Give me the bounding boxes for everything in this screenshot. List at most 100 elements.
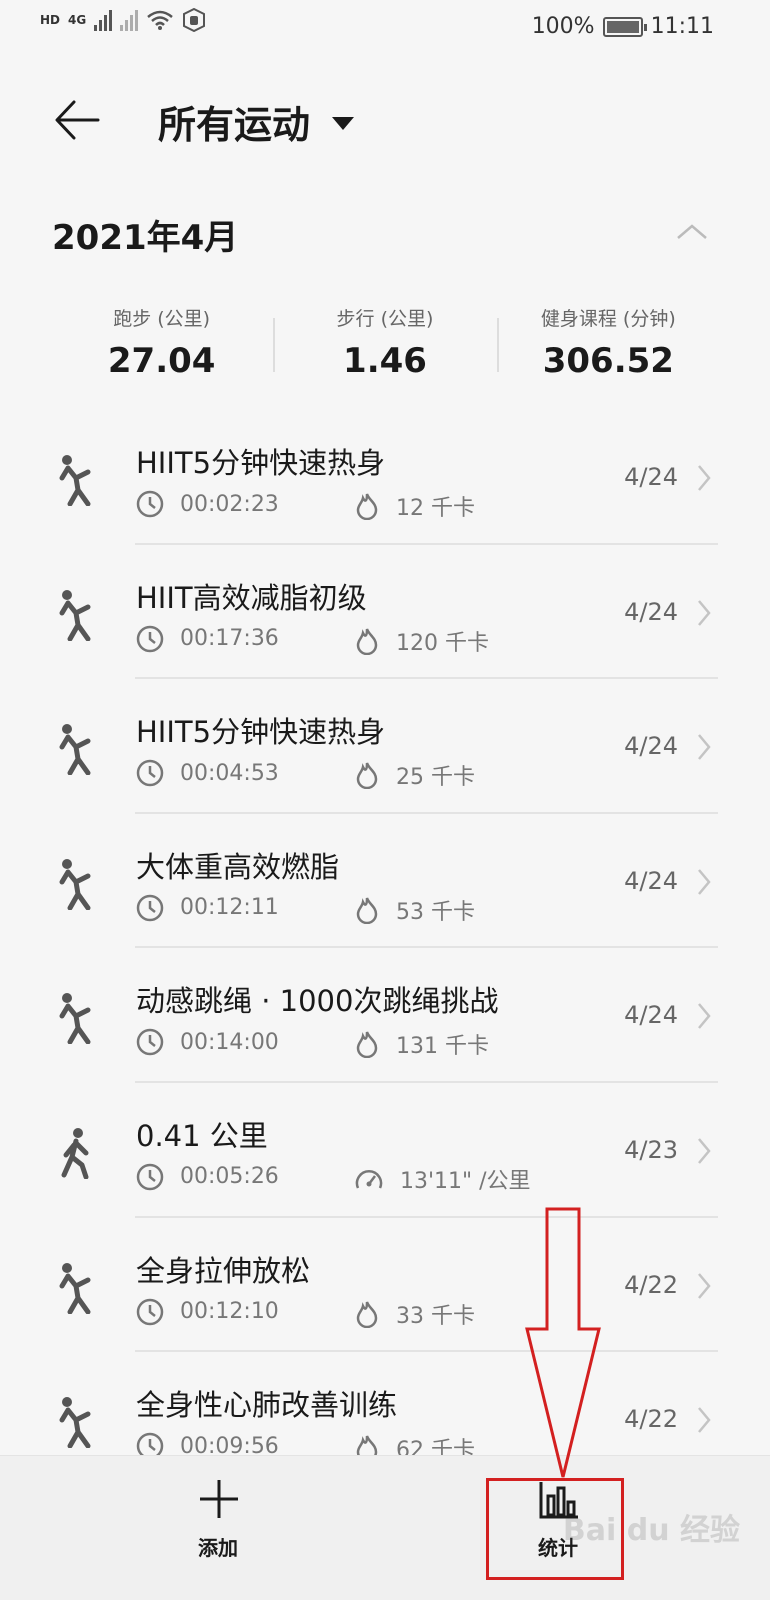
duration-value: 00:09:56: [180, 1433, 279, 1455]
watermark: Bai du 经验: [562, 1513, 740, 1548]
clock-icon: [136, 1163, 164, 1191]
fitness-icon: [59, 724, 91, 776]
activity-duration: 00:04:53: [136, 759, 279, 787]
activity-duration: 00:09:56: [136, 1432, 279, 1455]
flame-icon: [356, 1031, 378, 1059]
activity-title: HIIT5分钟快速热身: [136, 446, 386, 480]
activity-date: 4/22: [624, 1270, 678, 1299]
duration-value: 00:17:36: [180, 626, 279, 652]
summary-value: 1.46: [343, 341, 427, 381]
duration-value: 00:05:26: [180, 1164, 279, 1190]
annotation-arrow: [525, 1207, 601, 1478]
activity-row[interactable]: 动感跳绳 · 1000次跳绳挑战 00:14:00 131 千卡 4/24: [0, 948, 770, 1083]
summary-walking: 步行 (公里) 1.46: [273, 300, 496, 390]
chevron-right-icon: [698, 465, 711, 491]
clock-icon: [136, 1298, 164, 1325]
chevron-right-icon: [698, 1272, 711, 1299]
activity-row[interactable]: HIIT5分钟快速热身 00:04:53 25 千卡 4/24: [0, 679, 770, 814]
duration-value: 00:02:23: [180, 491, 279, 517]
flame-icon: [356, 1435, 378, 1455]
activity-row[interactable]: 0.41 公里 00:05:26 13'11" /公里 4/23: [0, 1083, 770, 1218]
add-button[interactable]: 添加: [153, 1456, 283, 1600]
hd-indicator: HD: [40, 13, 61, 27]
activity-row[interactable]: 全身拉伸放松 00:12:10 33 千卡 4/22: [0, 1218, 770, 1353]
fitness-icon: [59, 455, 91, 506]
activity-metric: 25 千卡: [354, 759, 475, 791]
activity-duration: 00:14:00: [136, 1028, 279, 1056]
duration-value: 00:04:53: [180, 760, 279, 786]
activity-title: 大体重高效燃脂: [136, 849, 340, 884]
activity-title: 全身拉伸放松: [136, 1253, 311, 1288]
activity-row[interactable]: HIIT高效减脂初级 00:17:36 120 千卡 4/24: [0, 545, 770, 680]
activity-metric: 12 千卡: [354, 490, 475, 522]
sport-filter-dropdown[interactable]: 所有运动: [158, 94, 355, 149]
clock-icon: [136, 759, 164, 787]
clock-icon: [136, 1029, 164, 1056]
chevron-right-icon: [698, 734, 711, 760]
activity-duration: 00:12:11: [136, 894, 279, 922]
activity-title: 全身性心肺改善训练: [136, 1388, 398, 1423]
network-type: 4G: [68, 13, 87, 27]
clock-icon: [136, 894, 164, 922]
activity-duration: 00:17:36: [136, 625, 279, 653]
activity-row[interactable]: 全身性心肺改善训练 00:09:56 62 千卡 4/22: [0, 1352, 770, 1455]
duration-value: 00:14:00: [180, 1029, 279, 1055]
hand-icon: [183, 8, 206, 32]
activity-row[interactable]: HIIT5分钟快速热身 00:02:23 12 千卡 4/24: [0, 410, 770, 545]
activity-title: 0.41 公里: [136, 1118, 268, 1153]
flame-icon: [356, 762, 378, 790]
battery-percent: 100%: [531, 14, 595, 39]
fitness-icon: [59, 993, 91, 1045]
metric-value: 53 千卡: [396, 899, 475, 925]
chevron-right-icon: [698, 599, 711, 626]
metric-value: 12 千卡: [396, 496, 475, 521]
flame-icon: [356, 1301, 378, 1328]
signal-icon: [94, 9, 113, 31]
activity-duration: 00:05:26: [136, 1163, 279, 1191]
chevron-right-icon: [698, 868, 711, 895]
fitness-icon: [59, 1262, 91, 1314]
metric-value: 131 千卡: [396, 1034, 489, 1060]
walk-icon: [61, 1127, 89, 1179]
activity-date: 4/24: [624, 732, 678, 761]
clock-icon: [136, 490, 164, 518]
activity-row[interactable]: 大体重高效燃脂 00:12:11 53 千卡 4/24: [0, 814, 770, 949]
month-header: 2021年4月: [52, 210, 712, 260]
duration-value: 00:12:11: [180, 895, 279, 921]
add-label: 添加: [198, 1536, 238, 1560]
activity-date: 4/22: [624, 1405, 678, 1434]
summary-label: 步行 (公里): [336, 308, 434, 330]
summary-label: 跑步 (公里): [113, 308, 211, 330]
activity-date: 4/24: [624, 866, 678, 895]
activity-list: HIIT5分钟快速热身 00:02:23 12 千卡 4/24 HIIT高效减脂初级 00…: [0, 410, 770, 1455]
flame-icon: [356, 628, 378, 655]
duration-value: 00:12:10: [180, 1299, 279, 1325]
status-bar: HD 4G 100% 11:11: [0, 0, 770, 60]
month-summary: 跑步 (公里) 27.04 步行 (公里) 1.46 健身课程 (分钟) 306…: [50, 300, 720, 390]
chevron-up-icon[interactable]: [672, 216, 712, 246]
clock: 11:11: [650, 14, 714, 39]
metric-value: 13'11" /公里: [400, 1168, 531, 1194]
activity-date: 4/24: [624, 597, 678, 626]
arrow-left-icon[interactable]: [54, 98, 100, 142]
plus-icon: [200, 1480, 238, 1518]
clock-icon: [136, 1432, 164, 1455]
header: 所有运动: [0, 80, 770, 160]
flame-icon: [356, 493, 378, 520]
clock-icon: [136, 625, 164, 652]
status-right: 100% 11:11: [532, 14, 714, 39]
chevron-right-icon: [698, 1003, 711, 1030]
flame-icon: [356, 897, 378, 924]
summary-value: 27.04: [107, 341, 216, 381]
activity-metric: 62 千卡: [354, 1432, 475, 1455]
activity-title: HIIT5分钟快速热身: [136, 715, 386, 750]
metric-value: 62 千卡: [396, 1438, 475, 1455]
fitness-icon: [59, 589, 91, 641]
activity-metric: 120 千卡: [354, 625, 489, 657]
month-label: 2021年4月: [52, 218, 239, 258]
metric-value: 120 千卡: [396, 630, 489, 656]
metric-value: 33 千卡: [396, 1303, 475, 1329]
activity-date: 4/23: [624, 1135, 678, 1164]
fitness-icon: [59, 1397, 91, 1449]
summary-running: 跑步 (公里) 27.04: [50, 300, 273, 390]
